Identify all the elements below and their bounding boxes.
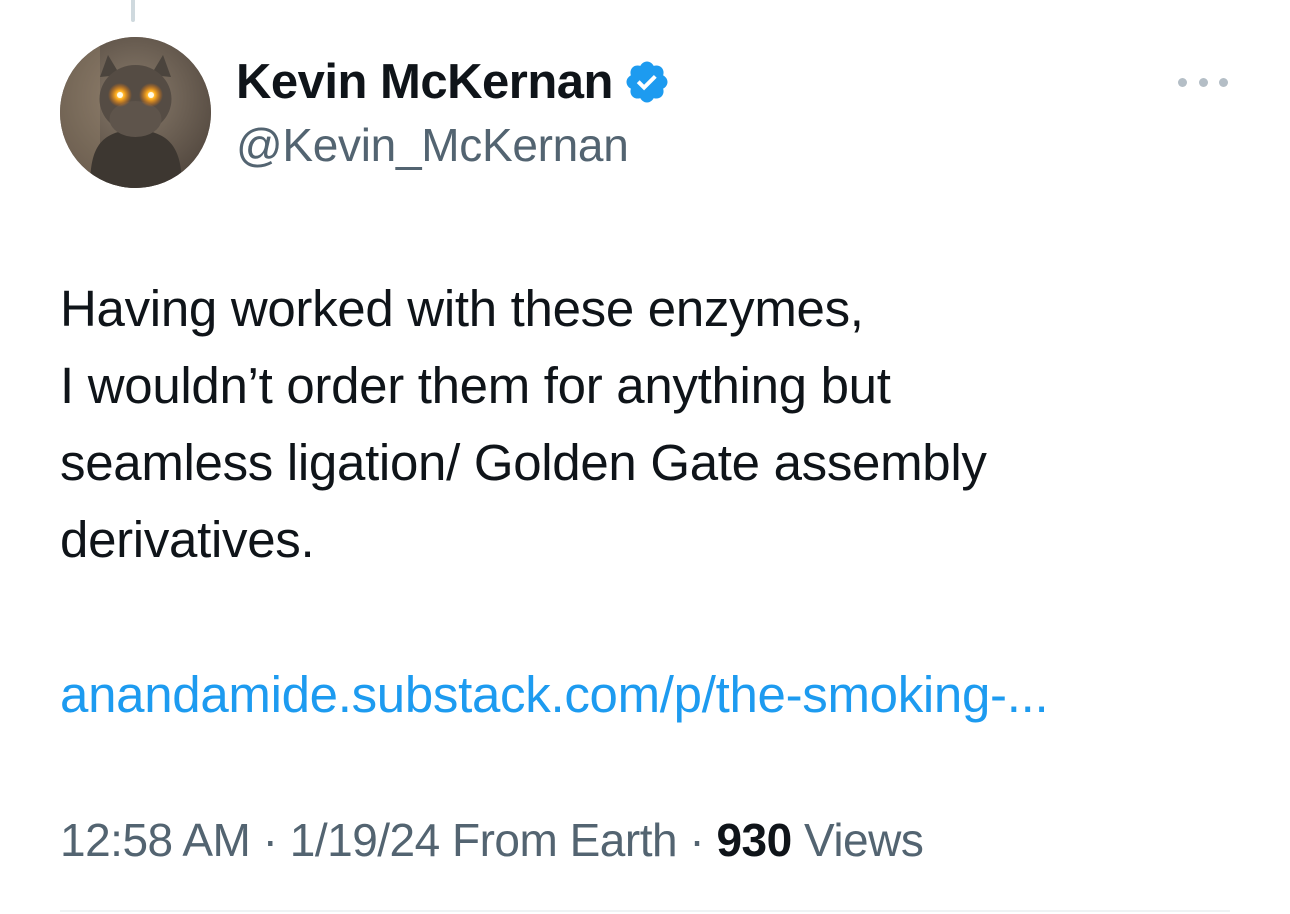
divider xyxy=(60,910,1230,912)
meta-separator: · xyxy=(689,814,705,866)
tweet-time[interactable]: 12:58 AM xyxy=(60,814,251,866)
views-count[interactable]: 930 xyxy=(716,814,792,866)
more-dot xyxy=(1198,77,1208,87)
tweet-date[interactable]: 1/19/24 xyxy=(290,814,440,866)
more-options-icon[interactable] xyxy=(1178,68,1228,96)
tweet-link[interactable]: anandamide.substack.com/p/the-smoking-..… xyxy=(60,656,1049,733)
tweet-text-line: derivatives. xyxy=(60,511,315,568)
tweet-text-line: seamless ligation/ Golden Gate assembly xyxy=(60,434,987,491)
more-dot xyxy=(1219,77,1228,87)
views-label[interactable]: Views xyxy=(804,814,924,866)
thread-connector-line xyxy=(131,0,135,22)
more-dot xyxy=(1178,77,1187,87)
author-name-row: Kevin McKernan xyxy=(236,52,671,112)
author-display-name[interactable]: Kevin McKernan xyxy=(236,54,613,110)
tweet-text: Having worked with these enzymes, I woul… xyxy=(60,270,1240,578)
avatar-image xyxy=(60,37,211,188)
author-handle[interactable]: @Kevin_McKernan xyxy=(236,118,629,172)
tweet-source: From Earth xyxy=(452,814,678,866)
meta-separator: · xyxy=(262,814,278,866)
tweet-meta: 12:58 AM · 1/19/24 From Earth · 930 View… xyxy=(60,808,924,872)
verified-badge-icon[interactable] xyxy=(623,58,671,106)
tweet-text-line: Having worked with these enzymes, xyxy=(60,280,864,337)
tweet-text-line: I wouldn’t order them for anything but xyxy=(60,357,891,414)
avatar[interactable] xyxy=(60,37,211,188)
